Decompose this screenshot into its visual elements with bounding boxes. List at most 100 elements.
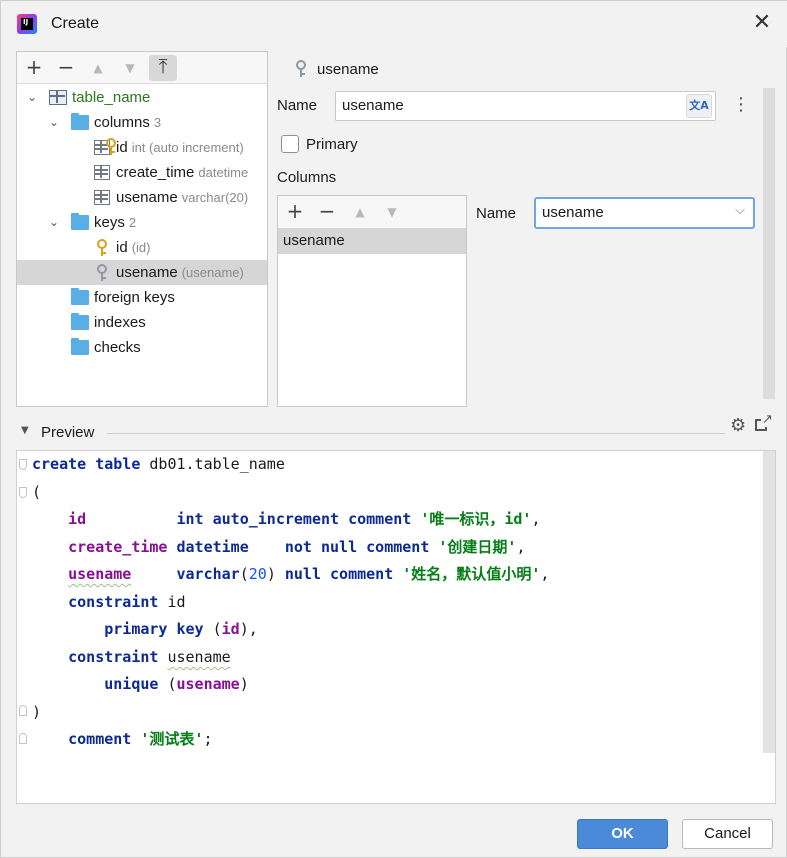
- tree-item-key-usename[interactable]: usename (usename): [17, 260, 267, 285]
- code-token: comment: [366, 538, 430, 556]
- tree-item-label: create_time: [116, 164, 195, 181]
- code-token: usename: [176, 675, 240, 693]
- chevron-down-icon[interactable]: ⌄: [47, 110, 61, 135]
- name-field-value: usename: [342, 97, 404, 114]
- more-options-icon[interactable]: ⋮: [732, 93, 750, 119]
- code-token: '创建日期': [438, 538, 517, 556]
- folder-icon: [71, 338, 89, 355]
- code-token: primary: [104, 620, 168, 638]
- code-token: unique: [104, 675, 159, 693]
- move-up-icon[interactable]: ▲: [86, 56, 110, 80]
- create-dialog: IJ Create ✕ + − ▲ ▼ ⤒ ⌄ table_name ⌄ col…: [0, 0, 787, 858]
- folder-icon: [71, 288, 89, 305]
- gear-icon[interactable]: ⚙: [730, 415, 746, 436]
- code-token: comment: [68, 730, 132, 748]
- fold-marker-icon[interactable]: [19, 705, 27, 716]
- folder-icon: [71, 113, 89, 130]
- translate-icon[interactable]: 文A: [686, 94, 712, 118]
- code-token: (: [239, 565, 249, 583]
- tree-item-checks[interactable]: checks: [17, 335, 267, 360]
- code-line: constraint id: [32, 589, 185, 616]
- title-bar: IJ Create ✕: [1, 1, 787, 47]
- columns-label: Columns: [277, 169, 337, 186]
- chevron-down-icon: ⌵: [735, 203, 745, 218]
- code-token: auto_increment: [212, 510, 340, 528]
- primary-key-icon: [96, 239, 108, 257]
- tree-item-columns[interactable]: ⌄ columns 3: [17, 110, 267, 135]
- name-field[interactable]: usename: [335, 91, 716, 121]
- editor-gutter: [17, 451, 27, 803]
- properties-scrollbar[interactable]: [763, 88, 775, 399]
- fold-marker-icon[interactable]: [19, 459, 27, 470]
- tree-item-label: usename: [116, 264, 178, 281]
- move-down-icon[interactable]: ▼: [118, 56, 142, 80]
- move-down-icon[interactable]: ▼: [380, 200, 404, 224]
- tree-item-indexes[interactable]: indexes: [17, 310, 267, 335]
- code-token: usename: [167, 648, 231, 666]
- tree-root-label: table_name: [72, 89, 151, 106]
- tree-item-label: indexes: [94, 314, 146, 331]
- code-token: (: [167, 675, 177, 693]
- properties-header: usename: [317, 61, 379, 78]
- editor-scrollbar[interactable]: [763, 451, 775, 753]
- code-token: (: [212, 620, 222, 638]
- fold-marker-icon[interactable]: [19, 733, 27, 744]
- code-token: create_time: [68, 538, 168, 556]
- tree-item-hint: datetime: [198, 165, 249, 180]
- folder-icon: [71, 313, 89, 330]
- unique-key-icon: [295, 60, 307, 78]
- add-icon[interactable]: +: [22, 56, 46, 80]
- add-icon[interactable]: +: [283, 200, 307, 224]
- remove-icon[interactable]: −: [54, 56, 78, 80]
- tree-item-keys[interactable]: ⌄ keys 2: [17, 210, 267, 235]
- tree-item-table-name[interactable]: ⌄ table_name: [17, 85, 267, 110]
- code-token: 20: [248, 565, 267, 583]
- code-line: comment '测试表';: [32, 726, 212, 753]
- chevron-down-icon[interactable]: ⌄: [47, 210, 61, 235]
- code-token: ,: [531, 510, 541, 528]
- column-name-select[interactable]: usename ⌵: [534, 197, 755, 229]
- code-token: varchar: [176, 565, 240, 583]
- code-line: usename varchar(20) null comment '姓名，默认值…: [32, 561, 549, 588]
- sql-preview-editor[interactable]: create table db01.table_name ( id int au…: [16, 450, 776, 804]
- move-up-icon[interactable]: ▲: [348, 200, 372, 224]
- code-token: '姓名，默认值小明': [402, 565, 541, 583]
- divider: [107, 433, 725, 434]
- code-token: null: [321, 538, 358, 556]
- column-icon: [94, 190, 110, 205]
- column-name-label: Name: [476, 205, 517, 222]
- code-line: constraint usename: [32, 644, 231, 671]
- code-token: usename: [68, 565, 132, 583]
- tree-item-column-id[interactable]: id int (auto increment): [17, 135, 267, 160]
- tree-item-key-id[interactable]: id (id): [17, 235, 267, 260]
- open-in-editor-icon[interactable]: ↗: [755, 413, 773, 432]
- tree-item-label: id: [116, 139, 128, 156]
- unique-key-icon: [96, 264, 108, 282]
- code-token: '测试表': [140, 730, 204, 748]
- tree-item-column-create-time[interactable]: create_time datetime: [17, 160, 267, 185]
- code-token: ),: [239, 620, 258, 638]
- code-token: constraint: [68, 593, 159, 611]
- pin-icon[interactable]: ⤒: [149, 55, 177, 81]
- code-token: ,: [516, 538, 526, 556]
- code-token: ): [266, 565, 276, 583]
- primary-checkbox[interactable]: [281, 135, 299, 153]
- tree-item-foreign-keys[interactable]: foreign keys: [17, 285, 267, 310]
- columns-list-item[interactable]: usename: [278, 228, 466, 254]
- collapse-triangle-icon[interactable]: ▼: [21, 425, 29, 436]
- ok-button[interactable]: OK: [577, 819, 668, 849]
- fold-marker-icon[interactable]: [19, 487, 27, 498]
- close-icon[interactable]: ✕: [750, 12, 774, 36]
- code-token: ;: [203, 730, 213, 748]
- remove-icon[interactable]: −: [315, 200, 339, 224]
- chevron-down-icon[interactable]: ⌄: [25, 85, 39, 110]
- code-token: key: [176, 620, 204, 638]
- code-token: ): [32, 703, 42, 721]
- cancel-button[interactable]: Cancel: [682, 819, 773, 849]
- code-token: int: [176, 510, 204, 528]
- tree-item-column-usename[interactable]: usename varchar(20): [17, 185, 267, 210]
- code-token: ): [239, 675, 249, 693]
- code-line: create table db01.table_name: [32, 451, 285, 478]
- code-token: comment: [348, 510, 412, 528]
- code-token: id: [221, 620, 240, 638]
